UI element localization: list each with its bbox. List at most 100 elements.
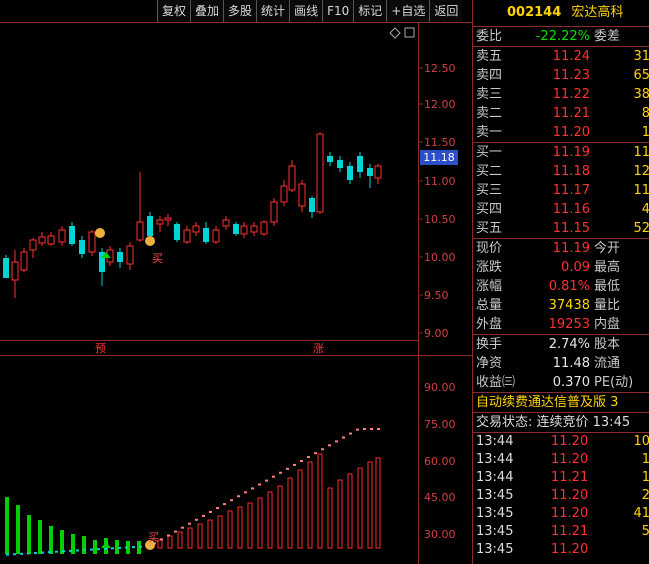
indicator-dot	[272, 475, 275, 478]
stat-label-2: 股本	[594, 337, 621, 352]
indicator-tick-label: 75.00	[424, 418, 456, 431]
sell-orders: 卖五 11.24 31 卖四 11.23 65 卖三 11.22 38 卖二 11.21 8 卖一 11.…	[473, 46, 649, 142]
quote-row[interactable]: 买四 11.16 4	[473, 200, 649, 219]
indicator-red-bar	[217, 515, 223, 549]
stat-row: 涨跌 0.09 最高	[473, 258, 649, 277]
toolbar-button-4[interactable]: 画线	[289, 0, 323, 22]
quote-row[interactable]: 卖五 11.24 31	[473, 47, 649, 66]
indicator-green-bar	[27, 515, 31, 554]
price-axis: 12.50 12.00 11.50 11.00 10.50 10.00 9.50 9.00	[418, 62, 456, 340]
tick-price: 11.20	[551, 488, 589, 503]
candle-body	[183, 229, 191, 243]
indicator-dot	[251, 487, 254, 490]
quote-row[interactable]: 买一 11.19 11	[473, 143, 649, 162]
indicator-red-bar	[277, 485, 283, 549]
quote-label: 买三	[476, 183, 503, 198]
tick-volume: 2	[641, 488, 649, 503]
toolbar-button-0[interactable]: 复权	[157, 0, 191, 22]
trade-status: 交易状态: 连续竞价 13:45	[473, 412, 649, 432]
indicator-dot	[55, 550, 58, 553]
tick-row[interactable]: 13:44 11.20 1	[473, 451, 649, 469]
quote-row[interactable]: 买二 11.18 12	[473, 162, 649, 181]
tick-row[interactable]: 13:45 11.20 41	[473, 505, 649, 523]
toolbar-button-7[interactable]: +自选	[386, 0, 430, 22]
indicator-dot	[48, 551, 51, 554]
quote-label: 卖四	[476, 68, 503, 83]
quote-label: 买一	[476, 145, 503, 160]
quote-row[interactable]: 买三 11.17 11	[473, 181, 649, 200]
candle-body	[357, 156, 363, 172]
toolbar: 复权 叠加 多股 统计 画线 F10 标记 +自选 返回	[157, 0, 463, 22]
tick-volume: 10	[633, 434, 649, 449]
indicator-red-bar	[267, 491, 273, 549]
indicator-red-bar	[247, 502, 253, 549]
price-tick-label: 12.00	[424, 98, 456, 111]
quote-row[interactable]: 卖二 11.21 8	[473, 104, 649, 123]
indicator-green-bar	[93, 540, 97, 554]
toolbar-button-5[interactable]: F10	[322, 0, 354, 22]
buy-orders: 买一 11.19 11 买二 11.18 12 买三 11.17 11 买四 11.16 4 买五 11.…	[473, 142, 649, 238]
tick-price: 11.20	[551, 434, 589, 449]
indicator-red-bar	[367, 461, 373, 549]
kline-chart[interactable]: 12.50 12.00 11.50 11.00 10.50 10.00 9.50 9.00 9…	[0, 0, 472, 564]
candle-body	[240, 225, 248, 235]
tick-row[interactable]: 13:44 11.20 10	[473, 433, 649, 451]
indicator-dot	[27, 552, 30, 555]
candle-body	[288, 165, 296, 191]
indicator-dot	[349, 432, 352, 435]
stats-block: 现价 11.19 今开 涨跌 0.09 最高 涨幅 0.81% 最低 总量 37438 量比 外盘 192…	[473, 238, 649, 334]
weibi-value: -22.22%	[535, 29, 590, 44]
candle-body	[29, 239, 37, 251]
quote-volume: 8	[641, 106, 649, 121]
stat-value: 0.370	[552, 375, 590, 390]
toolbar-button-1[interactable]: 叠加	[190, 0, 224, 22]
quote-row[interactable]: 卖四 11.23 65	[473, 66, 649, 85]
indicator-red-bar	[177, 531, 183, 549]
tick-price: 11.20	[551, 506, 589, 521]
quote-label: 买五	[476, 221, 503, 236]
indicator-dot	[139, 545, 142, 548]
tick-list[interactable]: 13:44 11.20 10 13:44 11.20 1 13:44 11.21 1 13:45 1…	[473, 432, 649, 559]
candle-body	[203, 228, 209, 242]
quote-row[interactable]: 买五 11.15 52	[473, 219, 649, 238]
stat-label: 收益㈢	[476, 375, 516, 390]
price-tick-label: 9.00	[424, 327, 449, 340]
tick-time: 13:44	[476, 434, 514, 449]
indicator-dot	[202, 514, 205, 517]
tick-row[interactable]: 13:45 11.21 5	[473, 523, 649, 541]
candle-body	[347, 166, 353, 180]
window-icon[interactable]	[404, 27, 415, 38]
tick-row[interactable]: 13:45 11.20	[473, 541, 649, 559]
indicator-dot	[20, 552, 23, 555]
indicator-dot	[167, 534, 170, 537]
quote-price: 11.22	[552, 87, 590, 102]
tick-row[interactable]: 13:45 11.20 2	[473, 487, 649, 505]
indicator-dot	[293, 463, 296, 466]
quote-price: 11.23	[552, 68, 590, 83]
indicator-green-bar	[38, 520, 42, 554]
quote-row[interactable]: 卖三 11.22 38	[473, 85, 649, 104]
toolbar-button-2[interactable]: 多股	[223, 0, 257, 22]
ad-banner[interactable]: 自动续费通达信普及版 3	[473, 392, 649, 412]
price-tick-label: 10.50	[424, 213, 456, 226]
indicator-dot	[69, 549, 72, 552]
quote-volume: 12	[633, 164, 649, 179]
toolbar-button-8[interactable]: 返回	[429, 0, 463, 22]
indicator-dot	[160, 538, 163, 541]
indicator-red-bar	[207, 519, 213, 549]
quote-label: 卖三	[476, 87, 503, 102]
quote-label: 卖五	[476, 49, 503, 64]
diamond-icon[interactable]	[389, 27, 401, 39]
indicator-dot	[223, 503, 226, 506]
stat-row: 外盘 19253 内盘	[473, 315, 649, 334]
quote-row[interactable]: 卖一 11.20 1	[473, 123, 649, 142]
indicator-dot	[209, 510, 212, 513]
stats-block-2: 换手 2.74% 股本 净资 11.48 流通 收益㈢ 0.370 PE(动)	[473, 334, 649, 392]
tick-row[interactable]: 13:44 11.21 1	[473, 469, 649, 487]
candle-body	[316, 133, 324, 213]
tick-time: 13:45	[476, 488, 514, 503]
candle-body	[69, 226, 75, 244]
toolbar-button-6[interactable]: 标记	[353, 0, 387, 22]
toolbar-button-3[interactable]: 统计	[256, 0, 290, 22]
indicator-dot	[181, 526, 184, 529]
